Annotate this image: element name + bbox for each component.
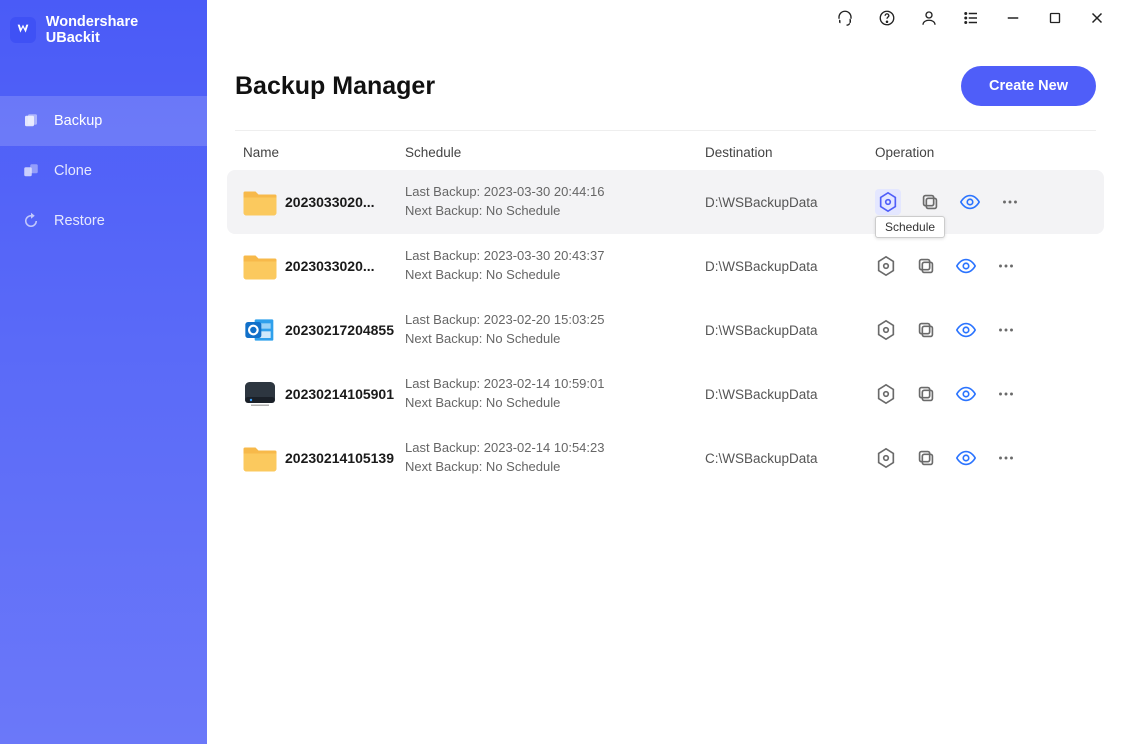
sidebar-item-restore[interactable]: Restore	[0, 196, 207, 246]
row-type-icon	[235, 442, 285, 474]
schedule-icon[interactable]	[875, 189, 901, 215]
backup-name: 20230214105139	[285, 450, 405, 466]
app-name: Wondershare UBackit	[46, 14, 195, 46]
view-icon[interactable]	[955, 319, 977, 341]
sidebar: Wondershare UBackit Backup Clone Restore	[0, 0, 207, 744]
sidebar-item-label: Restore	[54, 213, 105, 229]
backup-name: 20230214105901	[285, 386, 405, 402]
destination-cell: C:\WSBackupData	[705, 451, 875, 466]
table-row[interactable]: 20230214105139 Last Backup: 2023-02-14 1…	[207, 426, 1124, 490]
table-row[interactable]: 20230214105901 Last Backup: 2023-02-14 1…	[207, 362, 1124, 426]
last-backup: Last Backup: 2023-02-14 10:54:23	[405, 439, 705, 458]
table-row[interactable]: 2023033020... Last Backup: 2023-03-30 20…	[207, 234, 1124, 298]
destination-cell: D:\WSBackupData	[705, 387, 875, 402]
backup-rows: 2023033020... Last Backup: 2023-03-30 20…	[207, 170, 1124, 490]
schedule-icon[interactable]	[875, 383, 897, 405]
schedule-icon[interactable]	[875, 319, 897, 341]
sidebar-nav: Backup Clone Restore	[0, 96, 207, 246]
schedule-icon[interactable]	[875, 447, 897, 469]
schedule-cell: Last Backup: 2023-03-30 20:43:37 Next Ba…	[405, 247, 705, 285]
copy-icon[interactable]	[915, 447, 937, 469]
more-icon[interactable]	[995, 383, 1017, 405]
more-icon[interactable]	[995, 255, 1017, 277]
copy-icon[interactable]	[919, 191, 941, 213]
schedule-cell: Last Backup: 2023-02-14 10:59:01 Next Ba…	[405, 375, 705, 413]
row-type-icon	[235, 314, 285, 346]
schedule-cell: Last Backup: 2023-02-20 15:03:25 Next Ba…	[405, 311, 705, 349]
clone-icon	[22, 162, 40, 180]
titlebar	[207, 0, 1124, 36]
destination-cell: D:\WSBackupData	[705, 323, 875, 338]
next-backup: Next Backup: No Schedule	[405, 394, 705, 413]
maximize-icon[interactable]	[1046, 9, 1064, 27]
operation-cell	[875, 255, 1096, 277]
app-logo-icon	[10, 17, 36, 43]
last-backup: Last Backup: 2023-02-14 10:59:01	[405, 375, 705, 394]
destination-cell: D:\WSBackupData	[705, 195, 875, 210]
operation-cell	[875, 189, 1096, 215]
table-row[interactable]: 20230217204855 Last Backup: 2023-02-20 1…	[207, 298, 1124, 362]
row-type-icon	[235, 250, 285, 282]
account-icon[interactable]	[920, 9, 938, 27]
minimize-icon[interactable]	[1004, 9, 1022, 27]
create-new-button[interactable]: Create New	[961, 66, 1096, 106]
restore-icon	[22, 212, 40, 230]
more-icon[interactable]	[995, 447, 1017, 469]
table-header: Name Schedule Destination Operation	[207, 131, 1124, 170]
col-header-schedule: Schedule	[405, 145, 705, 160]
copy-icon[interactable]	[915, 319, 937, 341]
schedule-icon[interactable]	[875, 255, 897, 277]
view-icon[interactable]	[959, 191, 981, 213]
operation-cell	[875, 319, 1096, 341]
view-icon[interactable]	[955, 255, 977, 277]
view-icon[interactable]	[955, 447, 977, 469]
sidebar-item-backup[interactable]: Backup	[0, 96, 207, 146]
operation-cell	[875, 447, 1096, 469]
menu-list-icon[interactable]	[962, 9, 980, 27]
schedule-cell: Last Backup: 2023-03-30 20:44:16 Next Ba…	[405, 183, 705, 221]
backup-name: 2023033020...	[285, 194, 405, 210]
next-backup: Next Backup: No Schedule	[405, 330, 705, 349]
main-panel: Backup Manager Create New Name Schedule …	[207, 0, 1124, 744]
last-backup: Last Backup: 2023-02-20 15:03:25	[405, 311, 705, 330]
view-icon[interactable]	[955, 383, 977, 405]
row-type-icon	[235, 378, 285, 410]
page-title: Backup Manager	[235, 72, 435, 101]
backup-name: 2023033020...	[285, 258, 405, 274]
next-backup: Next Backup: No Schedule	[405, 266, 705, 285]
last-backup: Last Backup: 2023-03-30 20:43:37	[405, 247, 705, 266]
help-icon[interactable]	[878, 9, 896, 27]
destination-cell: D:\WSBackupData	[705, 259, 875, 274]
table-row[interactable]: 2023033020... Last Backup: 2023-03-30 20…	[227, 170, 1104, 234]
col-header-destination: Destination	[705, 145, 875, 160]
app-logo-row: Wondershare UBackit	[0, 0, 207, 60]
sidebar-item-label: Backup	[54, 113, 102, 129]
sidebar-item-label: Clone	[54, 163, 92, 179]
schedule-cell: Last Backup: 2023-02-14 10:54:23 Next Ba…	[405, 439, 705, 477]
col-header-operation: Operation	[875, 145, 1096, 160]
close-icon[interactable]	[1088, 9, 1106, 27]
next-backup: Next Backup: No Schedule	[405, 202, 705, 221]
operation-cell	[875, 383, 1096, 405]
more-icon[interactable]	[995, 319, 1017, 341]
sidebar-item-clone[interactable]: Clone	[0, 146, 207, 196]
backup-name: 20230217204855	[285, 322, 405, 338]
more-icon[interactable]	[999, 191, 1021, 213]
copy-icon[interactable]	[915, 255, 937, 277]
next-backup: Next Backup: No Schedule	[405, 458, 705, 477]
support-icon[interactable]	[836, 9, 854, 27]
copy-icon[interactable]	[915, 383, 937, 405]
row-type-icon	[235, 186, 285, 218]
last-backup: Last Backup: 2023-03-30 20:44:16	[405, 183, 705, 202]
col-header-name: Name	[235, 145, 405, 160]
backup-icon	[22, 112, 40, 130]
